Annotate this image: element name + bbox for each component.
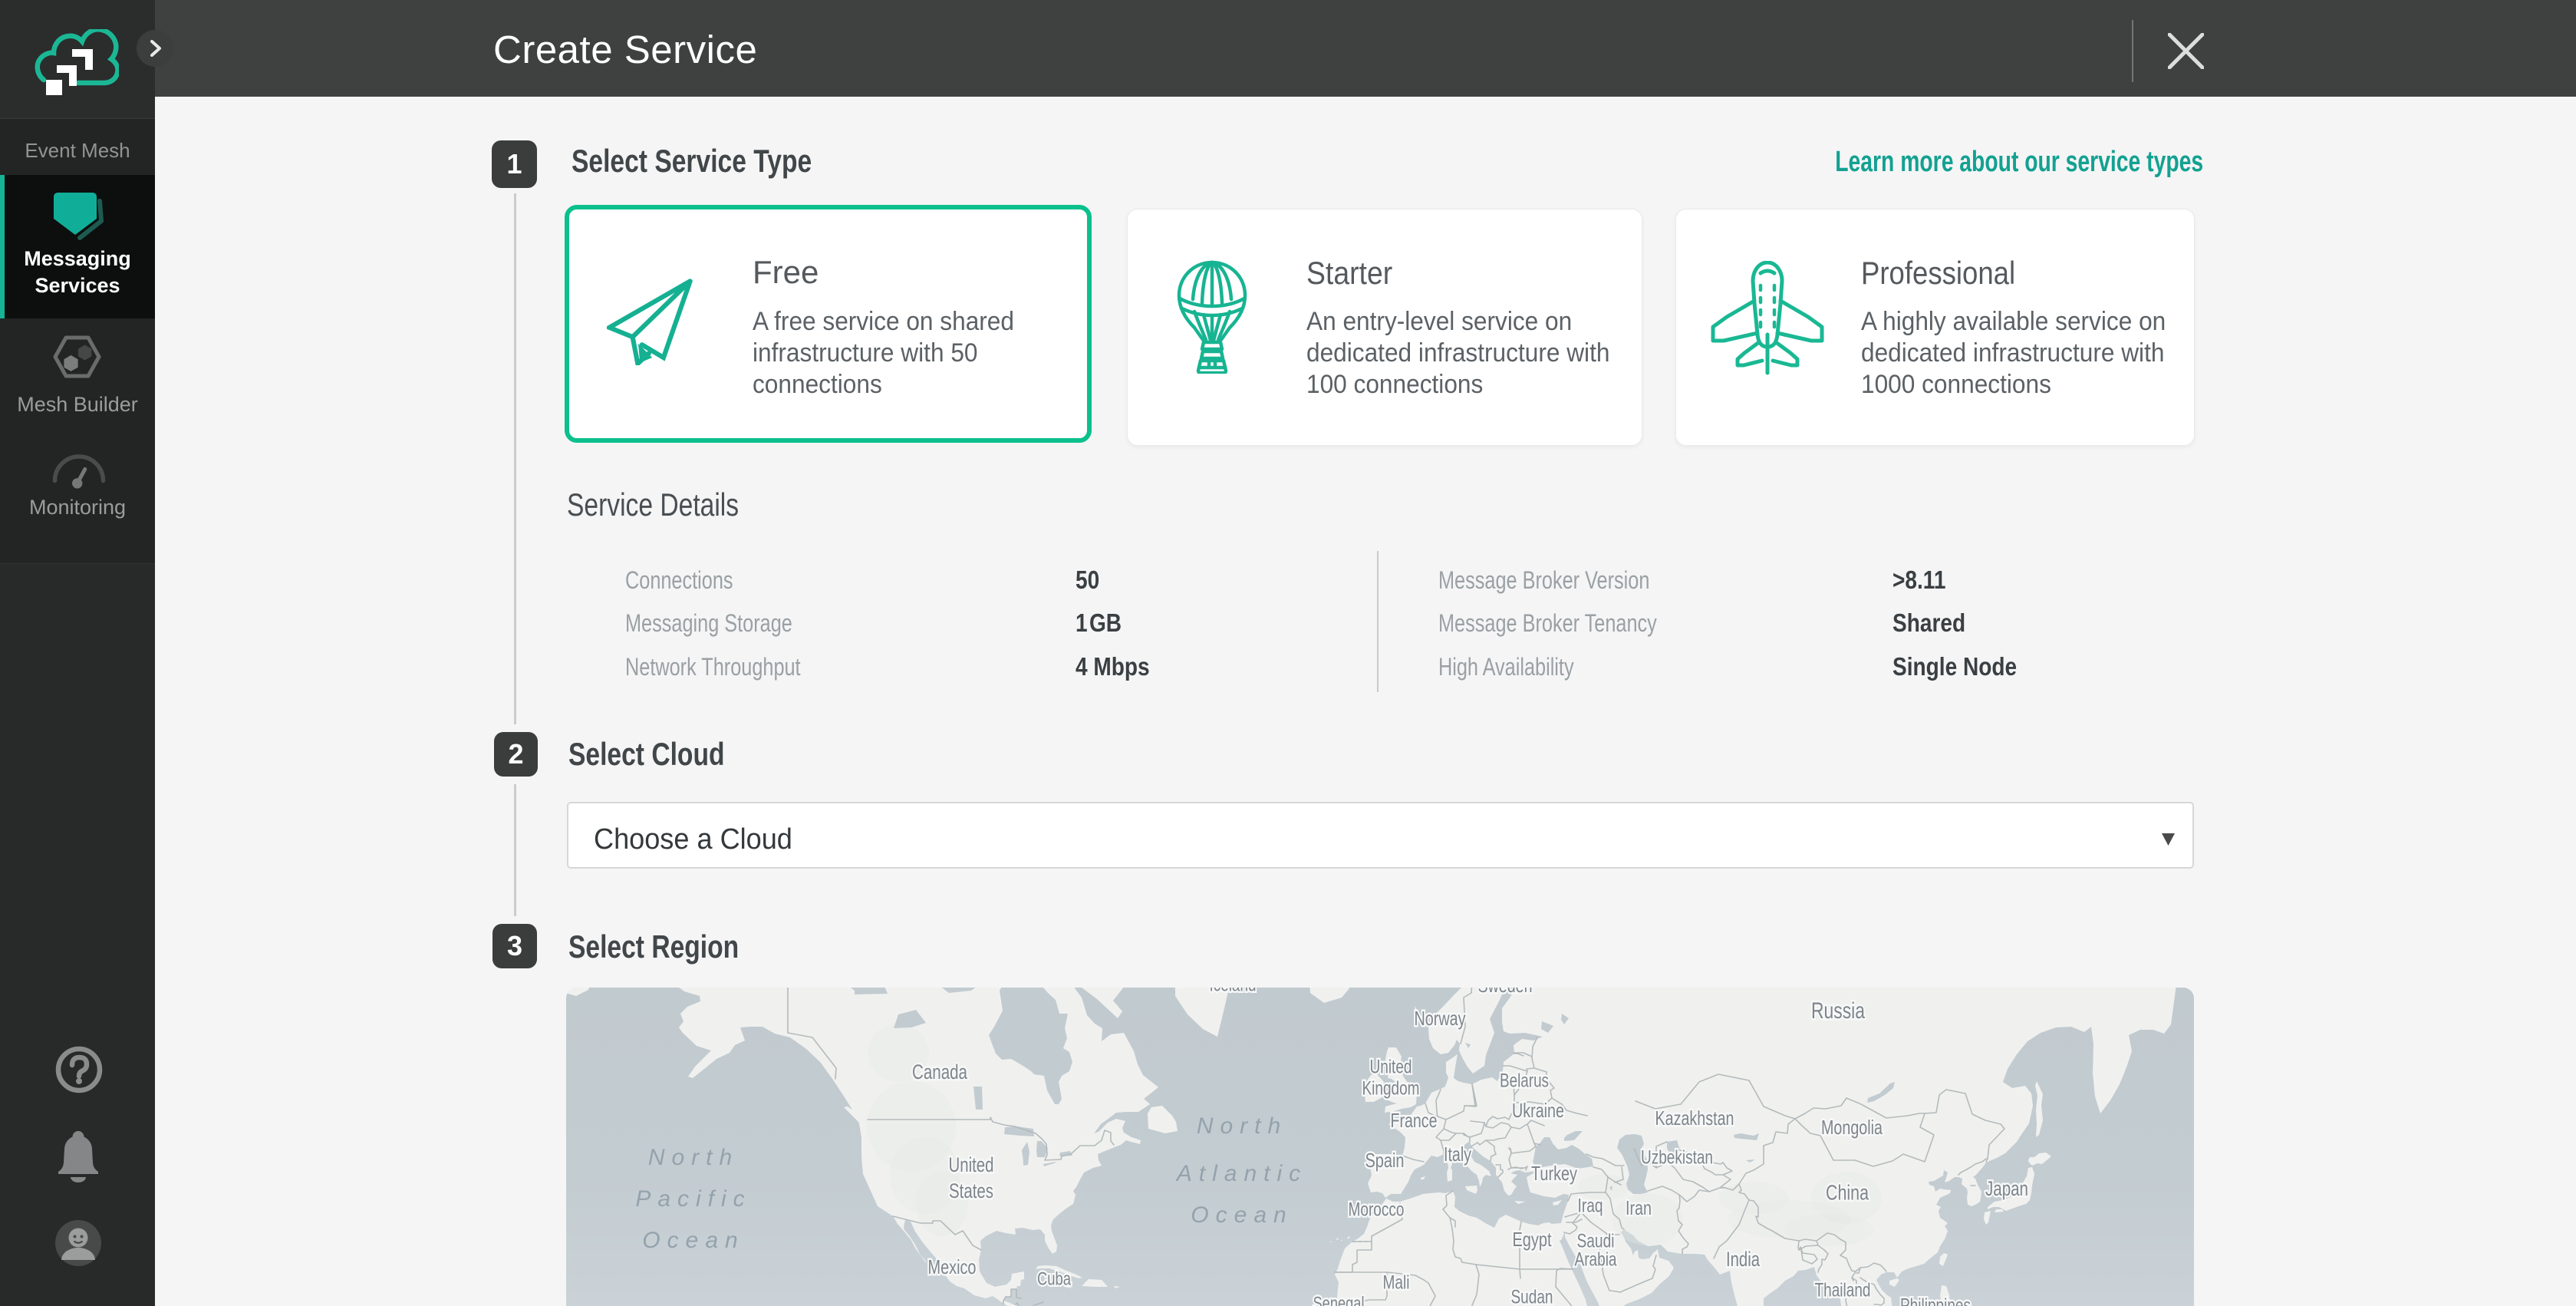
svg-text:Ukraine: Ukraine [1512, 1099, 1564, 1122]
svg-text:Iceland: Iceland [1210, 988, 1257, 996]
svg-text:States: States [949, 1179, 993, 1202]
svg-text:Kingdom: Kingdom [1362, 1078, 1420, 1100]
svg-text:North: North [1197, 1113, 1287, 1139]
svg-text:Belarus: Belarus [1500, 1070, 1549, 1092]
svg-text:China: China [1826, 1180, 1869, 1204]
svg-text:Turkey: Turkey [1531, 1162, 1577, 1185]
svg-text:Kazakhstan: Kazakhstan [1655, 1106, 1734, 1130]
svg-text:Ocean: Ocean [1191, 1202, 1293, 1228]
svg-text:United: United [1370, 1057, 1412, 1078]
svg-text:Canada: Canada [912, 1060, 968, 1083]
svg-text:Sweden: Sweden [1478, 988, 1533, 997]
svg-text:Philippines: Philippines [1900, 1295, 1971, 1306]
svg-text:Arabia: Arabia [1575, 1249, 1617, 1271]
svg-text:Senegal: Senegal [1313, 1293, 1365, 1306]
svg-text:United: United [949, 1153, 994, 1176]
svg-text:Japan: Japan [1985, 1177, 2028, 1200]
svg-text:Egypt: Egypt [1513, 1228, 1553, 1251]
svg-text:Atlantic: Atlantic [1175, 1161, 1307, 1186]
svg-text:North: North [648, 1145, 739, 1170]
svg-text:France: France [1391, 1109, 1438, 1132]
svg-text:Mexico: Mexico [928, 1255, 977, 1278]
svg-text:Italy: Italy [1444, 1143, 1471, 1166]
svg-text:Cuba: Cuba [1037, 1268, 1072, 1289]
svg-text:Iran: Iran [1626, 1196, 1652, 1219]
svg-text:Norway: Norway [1415, 1007, 1466, 1030]
svg-text:Iraq: Iraq [1578, 1196, 1603, 1217]
svg-text:Pacific: Pacific [635, 1186, 751, 1212]
svg-text:Mali: Mali [1383, 1272, 1410, 1294]
svg-text:India: India [1726, 1248, 1761, 1271]
svg-text:Russia: Russia [1811, 998, 1865, 1024]
svg-text:Morocco: Morocco [1349, 1199, 1405, 1221]
svg-text:Mongolia: Mongolia [1821, 1116, 1883, 1139]
svg-text:Thailand: Thailand [1815, 1280, 1871, 1301]
svg-text:Uzbekistan: Uzbekistan [1641, 1147, 1713, 1169]
svg-text:Sudan: Sudan [1511, 1287, 1553, 1306]
svg-text:Ocean: Ocean [642, 1228, 744, 1253]
svg-text:Spain: Spain [1365, 1149, 1405, 1172]
